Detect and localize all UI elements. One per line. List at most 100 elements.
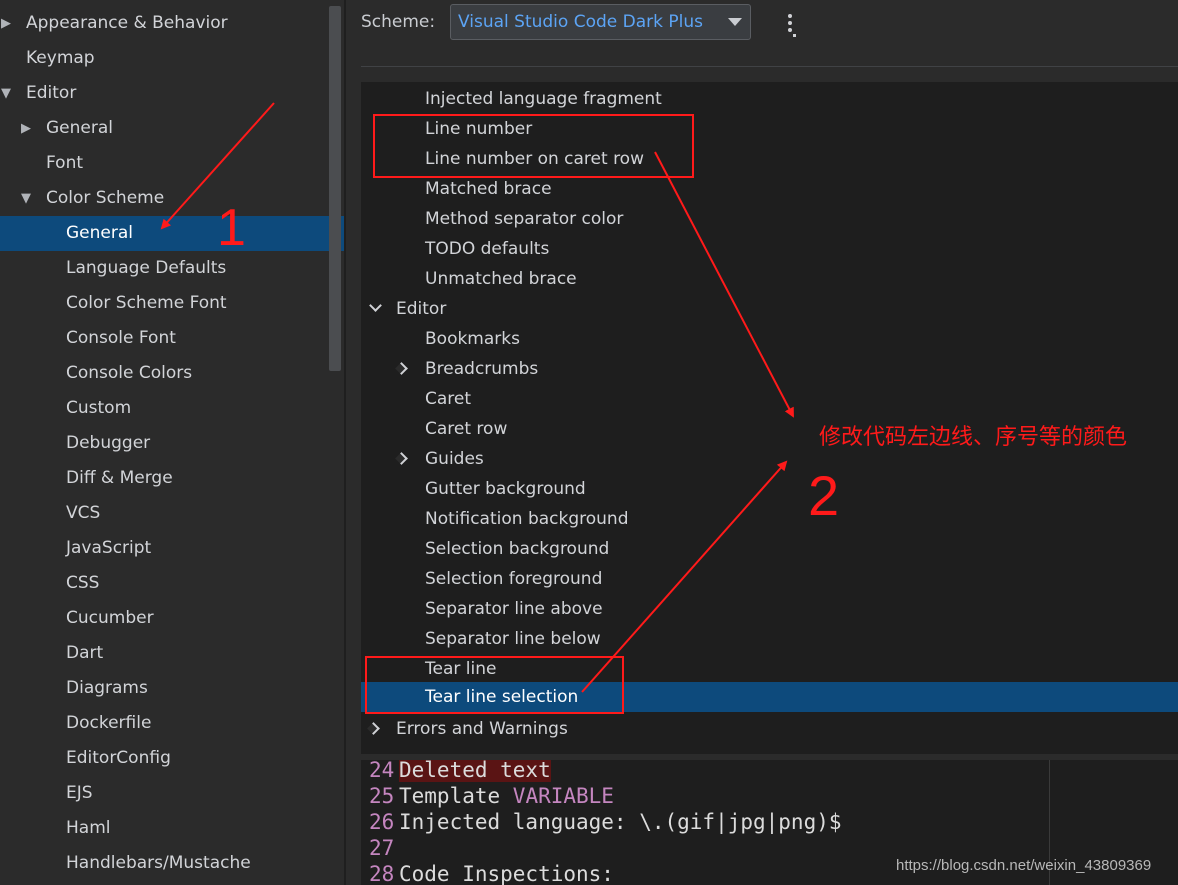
sidebar-item-color-scheme-font[interactable]: Color Scheme Font bbox=[0, 286, 344, 321]
tree-item-label: Unmatched brace bbox=[425, 269, 577, 289]
preview-line-text: Deleted text bbox=[399, 760, 551, 782]
tree-item-label: Selection foreground bbox=[425, 569, 603, 589]
sidebar-item-font[interactable]: Font bbox=[0, 146, 344, 181]
sidebar-item-label: Dockerfile bbox=[66, 713, 152, 733]
sidebar-item-label: Console Colors bbox=[66, 363, 193, 383]
sidebar-item-label: Language Defaults bbox=[66, 258, 227, 278]
sidebar-item-handlebars-mustache[interactable]: Handlebars/Mustache bbox=[0, 846, 344, 881]
tree-item-breadcrumbs[interactable]: Breadcrumbs bbox=[361, 354, 1178, 384]
preview-line: 27 bbox=[361, 835, 399, 861]
tree-item-editor[interactable]: Editor bbox=[361, 294, 1178, 324]
sidebar-item-language-defaults[interactable]: Language Defaults bbox=[0, 251, 344, 286]
expand-arrow-icon[interactable]: ▶ bbox=[1, 6, 11, 41]
sidebar-item-label: CSS bbox=[66, 573, 100, 593]
tree-item-todo-defaults[interactable]: TODO defaults bbox=[361, 234, 1178, 264]
tree-item-label: Selection background bbox=[425, 539, 610, 559]
chevron-down-icon bbox=[728, 18, 742, 26]
settings-sidebar: ▶ Appearance & Behavior Keymap ▼ Editor … bbox=[0, 0, 344, 885]
collapse-arrow-icon[interactable]: ▼ bbox=[21, 181, 31, 216]
line-number: 24 bbox=[369, 760, 395, 782]
watermark: https://blog.csdn.net/weixin_43809369 bbox=[896, 857, 1152, 874]
tree-item-caret[interactable]: Caret bbox=[361, 384, 1178, 414]
sidebar-item-label: Handlebars/Mustache bbox=[66, 853, 251, 873]
sidebar-item-editor[interactable]: ▼ Editor bbox=[0, 76, 344, 111]
tree-item-gutter-background[interactable]: Gutter background bbox=[361, 474, 1178, 504]
sidebar-item-label: Font bbox=[46, 153, 84, 173]
more-options-icon[interactable] bbox=[784, 10, 804, 38]
scheme-label: Scheme: bbox=[361, 12, 436, 32]
sidebar-item-dockerfile[interactable]: Dockerfile bbox=[0, 706, 344, 741]
sidebar-item-diff-merge[interactable]: Diff & Merge bbox=[0, 461, 344, 496]
sidebar-item-label: VCS bbox=[66, 503, 101, 523]
sidebar-item-ejs[interactable]: EJS bbox=[0, 776, 344, 811]
sidebar-item-javascript[interactable]: JavaScript bbox=[0, 531, 344, 566]
tree-item-label: Separator line below bbox=[425, 629, 601, 649]
sidebar-item-custom[interactable]: Custom bbox=[0, 391, 344, 426]
tree-item-selection-background[interactable]: Selection background bbox=[361, 534, 1178, 564]
sidebar-item-label: Keymap bbox=[26, 48, 95, 68]
tree-item-matched-brace[interactable]: Matched brace bbox=[361, 174, 1178, 204]
sidebar-item-vcs[interactable]: VCS bbox=[0, 496, 344, 531]
preview-line-text: Injected language: \.(gif|jpg|png)$ bbox=[399, 810, 842, 834]
tree-item-bookmarks[interactable]: Bookmarks bbox=[361, 324, 1178, 354]
tree-item-label: Method separator color bbox=[425, 209, 624, 229]
line-number: 25 bbox=[369, 784, 395, 808]
chevron-right-icon[interactable] bbox=[395, 362, 408, 375]
annotation-note: 修改代码左边线、序号等的颜色 bbox=[819, 425, 1128, 450]
tree-item-label: Caret row bbox=[425, 419, 508, 439]
tree-item-errors-warnings[interactable]: Errors and Warnings bbox=[361, 714, 1178, 744]
sidebar-item-label: Dart bbox=[66, 643, 104, 663]
sidebar-item-label: Color Scheme bbox=[46, 188, 165, 208]
sidebar-item-label: Editor bbox=[26, 83, 77, 103]
sidebar-item-editorconfig[interactable]: EditorConfig bbox=[0, 741, 344, 776]
tree-item-label: Gutter background bbox=[425, 479, 586, 499]
tree-item-label: Breadcrumbs bbox=[425, 359, 539, 379]
sidebar-item-label: EJS bbox=[66, 783, 93, 803]
tree-item-method-separator-color[interactable]: Method separator color bbox=[361, 204, 1178, 234]
line-number: 26 bbox=[369, 810, 395, 834]
sidebar-item-cucumber[interactable]: Cucumber bbox=[0, 601, 344, 636]
tree-item-label: Matched brace bbox=[425, 179, 552, 199]
preview-line: 28 Code Inspections: bbox=[361, 861, 614, 885]
tree-item-label: Caret bbox=[425, 389, 472, 409]
tree-item-notification-background[interactable]: Notification background bbox=[361, 504, 1178, 534]
sidebar-item-editor-general[interactable]: ▶ General bbox=[0, 111, 344, 146]
tree-item-unmatched-brace[interactable]: Unmatched brace bbox=[361, 264, 1178, 294]
sidebar-item-console-colors[interactable]: Console Colors bbox=[0, 356, 344, 391]
separator bbox=[361, 66, 1178, 67]
tree-item-separator-line-above[interactable]: Separator line above bbox=[361, 594, 1178, 624]
annotation-number-2: 2 bbox=[808, 464, 840, 527]
preview-line-text: Template bbox=[399, 784, 513, 808]
tree-item-selection-foreground[interactable]: Selection foreground bbox=[361, 564, 1178, 594]
sidebar-item-debugger[interactable]: Debugger bbox=[0, 426, 344, 461]
chevron-right-icon[interactable] bbox=[395, 452, 408, 465]
tree-item-label: TODO defaults bbox=[425, 239, 550, 259]
sidebar-item-console-font[interactable]: Console Font bbox=[0, 321, 344, 356]
sidebar-scrollbar[interactable] bbox=[329, 6, 341, 371]
sidebar-item-diagrams[interactable]: Diagrams bbox=[0, 671, 344, 706]
sidebar-item-label: Diff & Merge bbox=[66, 468, 173, 488]
sidebar-item-dart[interactable]: Dart bbox=[0, 636, 344, 671]
scheme-dropdown[interactable]: Visual Studio Code Dark Plus bbox=[450, 4, 751, 40]
chevron-down-icon[interactable] bbox=[369, 299, 382, 312]
sidebar-item-keymap[interactable]: Keymap bbox=[0, 41, 344, 76]
tree-item-label: Notification background bbox=[425, 509, 629, 529]
collapse-arrow-icon[interactable]: ▼ bbox=[1, 76, 11, 111]
expand-arrow-icon[interactable]: ▶ bbox=[21, 111, 31, 146]
tree-item-injected-language-fragment[interactable]: Injected language fragment bbox=[361, 84, 1178, 114]
highlight-box-tear-line bbox=[365, 656, 624, 714]
sidebar-item-label: Cucumber bbox=[66, 608, 154, 628]
tree-item-separator-line-below[interactable]: Separator line below bbox=[361, 624, 1178, 654]
tree-item-label: Bookmarks bbox=[425, 329, 520, 349]
highlight-box-line-number bbox=[373, 114, 694, 178]
chevron-right-icon[interactable] bbox=[367, 722, 380, 735]
sidebar-item-haml[interactable]: Haml bbox=[0, 811, 344, 846]
sidebar-item-css[interactable]: CSS bbox=[0, 566, 344, 601]
sidebar-item-label: Custom bbox=[66, 398, 132, 418]
template-variable: VARIABLE bbox=[512, 784, 614, 808]
sidebar-item-color-scheme[interactable]: ▼ Color Scheme bbox=[0, 181, 344, 216]
sidebar-item-color-scheme-general[interactable]: General bbox=[0, 216, 344, 251]
preview-line: 26 Injected language: \.(gif|jpg|png)$ bbox=[361, 809, 842, 835]
sidebar-item-appearance-behavior[interactable]: ▶ Appearance & Behavior bbox=[0, 6, 344, 41]
sidebar-item-label: EditorConfig bbox=[66, 748, 171, 768]
